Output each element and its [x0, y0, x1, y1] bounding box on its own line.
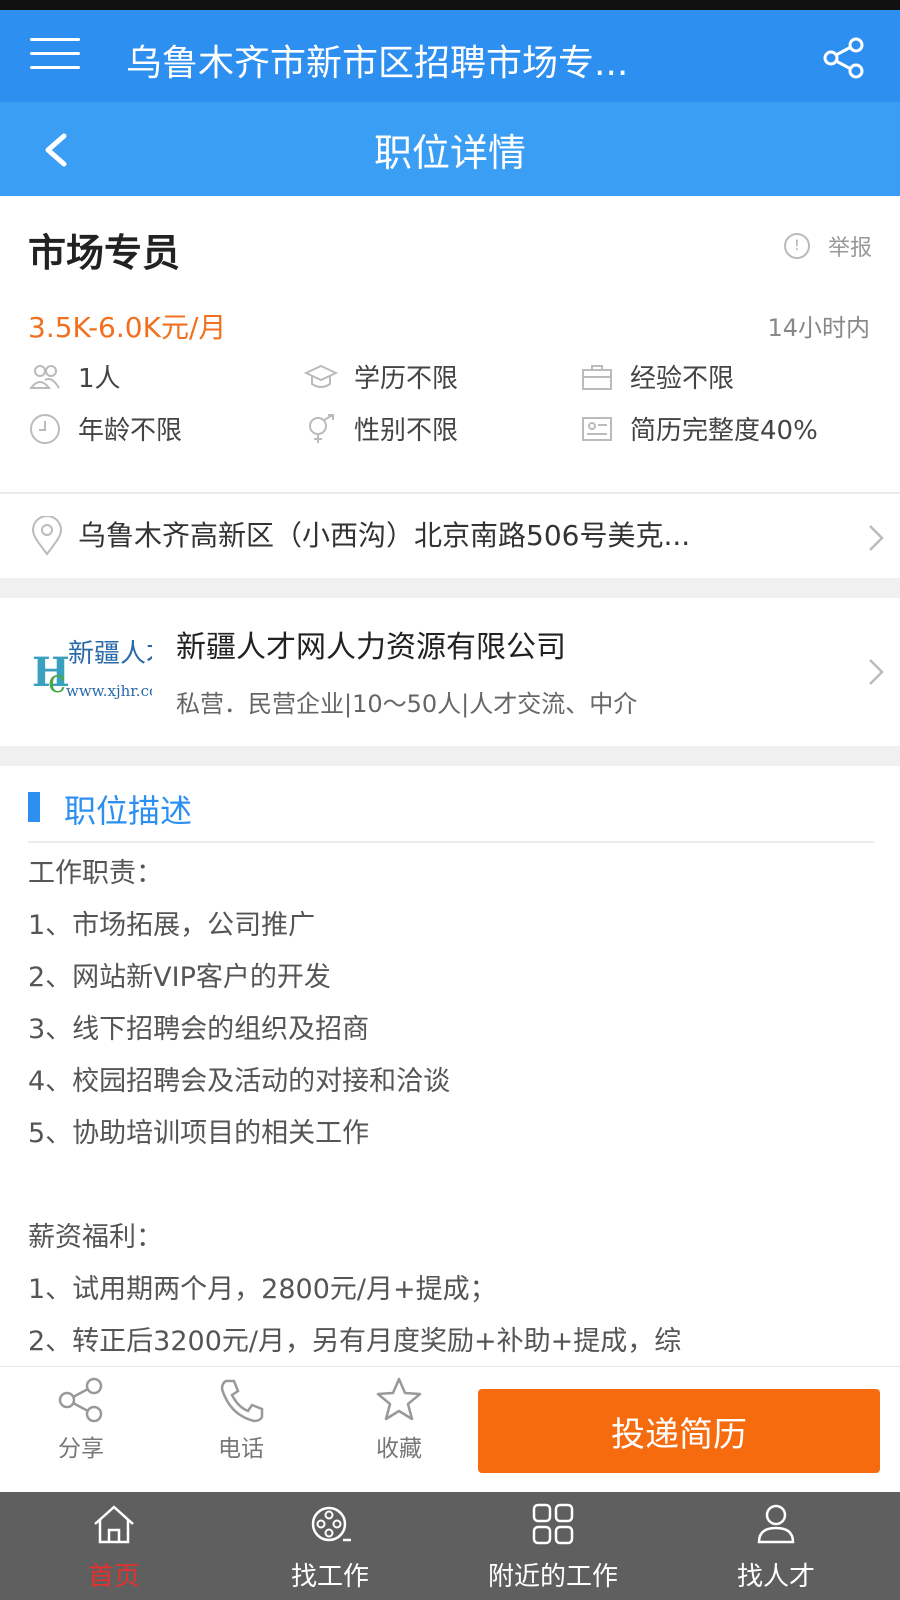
gender-icon: [309, 413, 334, 443]
apply-resume-button[interactable]: 投递简历: [478, 1389, 880, 1473]
app-bar: 乌鲁木齐市新市区招聘市场专...: [0, 10, 900, 102]
description-line: 薪资福利：: [28, 1222, 163, 1253]
status-bar: [0, 0, 900, 10]
favorite-button[interactable]: 收藏: [344, 1375, 454, 1463]
job-title: 市场专员: [28, 231, 181, 275]
attr-education: 学历不限: [304, 358, 458, 395]
person-icon: [757, 1504, 795, 1544]
svg-text:新疆人才网: 新疆人才网: [68, 639, 152, 669]
phone-button[interactable]: 电话: [186, 1375, 296, 1463]
description-line: 1、试用期两个月，2800元/月+提成；: [28, 1274, 497, 1305]
share-icon: [58, 1377, 103, 1423]
menu-icon[interactable]: [30, 38, 80, 74]
svg-text:c: c: [48, 662, 66, 700]
report-label: 举报: [827, 236, 872, 261]
post-time: 14小时内: [767, 314, 870, 342]
attr-label: 性别不限: [354, 416, 459, 446]
attr-age: 年龄不限: [28, 410, 182, 447]
svg-text:www.xjhr.com: www.xjhr.com: [66, 682, 152, 700]
chevron-right-icon: [869, 659, 884, 685]
description-line: 4、校园招聘会及活动的对接和洽谈: [28, 1066, 451, 1097]
share-icon[interactable]: [822, 36, 866, 80]
action-bar: 分享 电话 收藏 投递简历: [0, 1366, 900, 1473]
divider: [28, 841, 874, 843]
resume-card-icon: [582, 416, 612, 441]
share-button[interactable]: 分享: [26, 1375, 136, 1463]
company-logo: H c 新疆人才网 www.xjhr.com: [32, 639, 152, 700]
description-line: 1、市场拓展，公司推广: [28, 910, 316, 941]
attr-label: 1人: [78, 364, 121, 394]
briefcase-icon: [582, 364, 612, 390]
tab-find-talent[interactable]: 找人才: [716, 1502, 836, 1593]
company-info: 私营．民营企业|10～50人|人才交流、中介: [176, 690, 638, 718]
description-line: 2、转正后3200元/月，另有月度奖励+补助+提成，综: [28, 1326, 682, 1357]
graduation-cap-icon: [304, 364, 338, 388]
bottom-tab-bar: 首页 找工作 附近的工作 找人才: [0, 1492, 900, 1600]
attr-label: 学历不限: [354, 364, 459, 394]
section-gap: [0, 746, 900, 766]
attr-experience: 经验不限: [580, 358, 734, 395]
people-icon: [28, 364, 60, 389]
attr-headcount: 1人: [28, 358, 121, 395]
tab-find-job[interactable]: 找工作: [270, 1502, 390, 1593]
report-button[interactable]: ! 举报: [783, 230, 872, 262]
page-title: 职位详情: [373, 131, 526, 175]
description-line: 3、线下招聘会的组织及招商: [28, 1014, 370, 1045]
job-summary: 市场专员 ! 举报 3.5K-6.0K元/月 14小时内 1人 学历不限 经验不…: [0, 196, 900, 492]
phone-label: 电话: [218, 1436, 264, 1462]
attr-label: 年龄不限: [78, 416, 183, 446]
address-row[interactable]: 乌鲁木齐高新区（小西沟）北京南路506号美克...: [0, 494, 900, 578]
tab-label: 首页: [87, 1562, 140, 1592]
company-card[interactable]: H c 新疆人才网 www.xjhr.com 新疆人才网人力资源有限公司 私营．…: [0, 598, 900, 746]
tab-label: 找人才: [736, 1562, 815, 1592]
app-title: 乌鲁木齐市新市区招聘市场专...: [126, 43, 629, 84]
report-icon: !: [783, 233, 810, 259]
description-line: 5、协助培训项目的相关工作: [28, 1118, 370, 1149]
attr-gender: 性别不限: [304, 410, 458, 447]
section-heading: 职位描述: [64, 792, 193, 830]
section-marker: [28, 792, 40, 822]
section-gap: [0, 578, 900, 598]
description-line: 2、网站新VIP客户的开发: [28, 962, 331, 993]
star-icon: [376, 1377, 422, 1421]
job-description: 职位描述 工作职责： 1、市场拓展，公司推广 2、网站新VIP客户的开发 3、线…: [0, 766, 900, 1366]
description-body: 工作职责： 1、市场拓展，公司推广 2、网站新VIP客户的开发 3、线下招聘会的…: [28, 848, 874, 1366]
tab-label: 找工作: [290, 1562, 369, 1592]
tab-nearby-jobs[interactable]: 附近的工作: [468, 1502, 638, 1593]
favorite-label: 收藏: [376, 1436, 422, 1462]
address-text: 乌鲁木齐高新区（小西沟）北京南路506号美克...: [78, 519, 691, 552]
phone-icon: [220, 1379, 264, 1423]
attr-label: 经验不限: [630, 364, 735, 394]
grid-icon: [532, 1503, 574, 1545]
company-name: 新疆人才网人力资源有限公司: [176, 630, 566, 665]
attr-label: 简历完整度40%: [630, 416, 818, 446]
description-line: 工作职责：: [28, 858, 163, 889]
location-pin-icon: [31, 516, 63, 556]
film-reel-icon: [311, 1506, 351, 1542]
clock-icon: [30, 413, 60, 444]
description-line: [28, 1160, 874, 1212]
salary: 3.5K-6.0K元/月: [28, 311, 227, 344]
share-label: 分享: [58, 1436, 104, 1462]
home-icon: [94, 1505, 134, 1544]
page-header: 职位详情: [0, 102, 900, 196]
chevron-right-icon: [869, 525, 884, 551]
tab-home[interactable]: 首页: [64, 1502, 164, 1593]
attr-resume: 简历完整度40%: [580, 410, 818, 447]
tab-label: 附近的工作: [487, 1562, 618, 1592]
